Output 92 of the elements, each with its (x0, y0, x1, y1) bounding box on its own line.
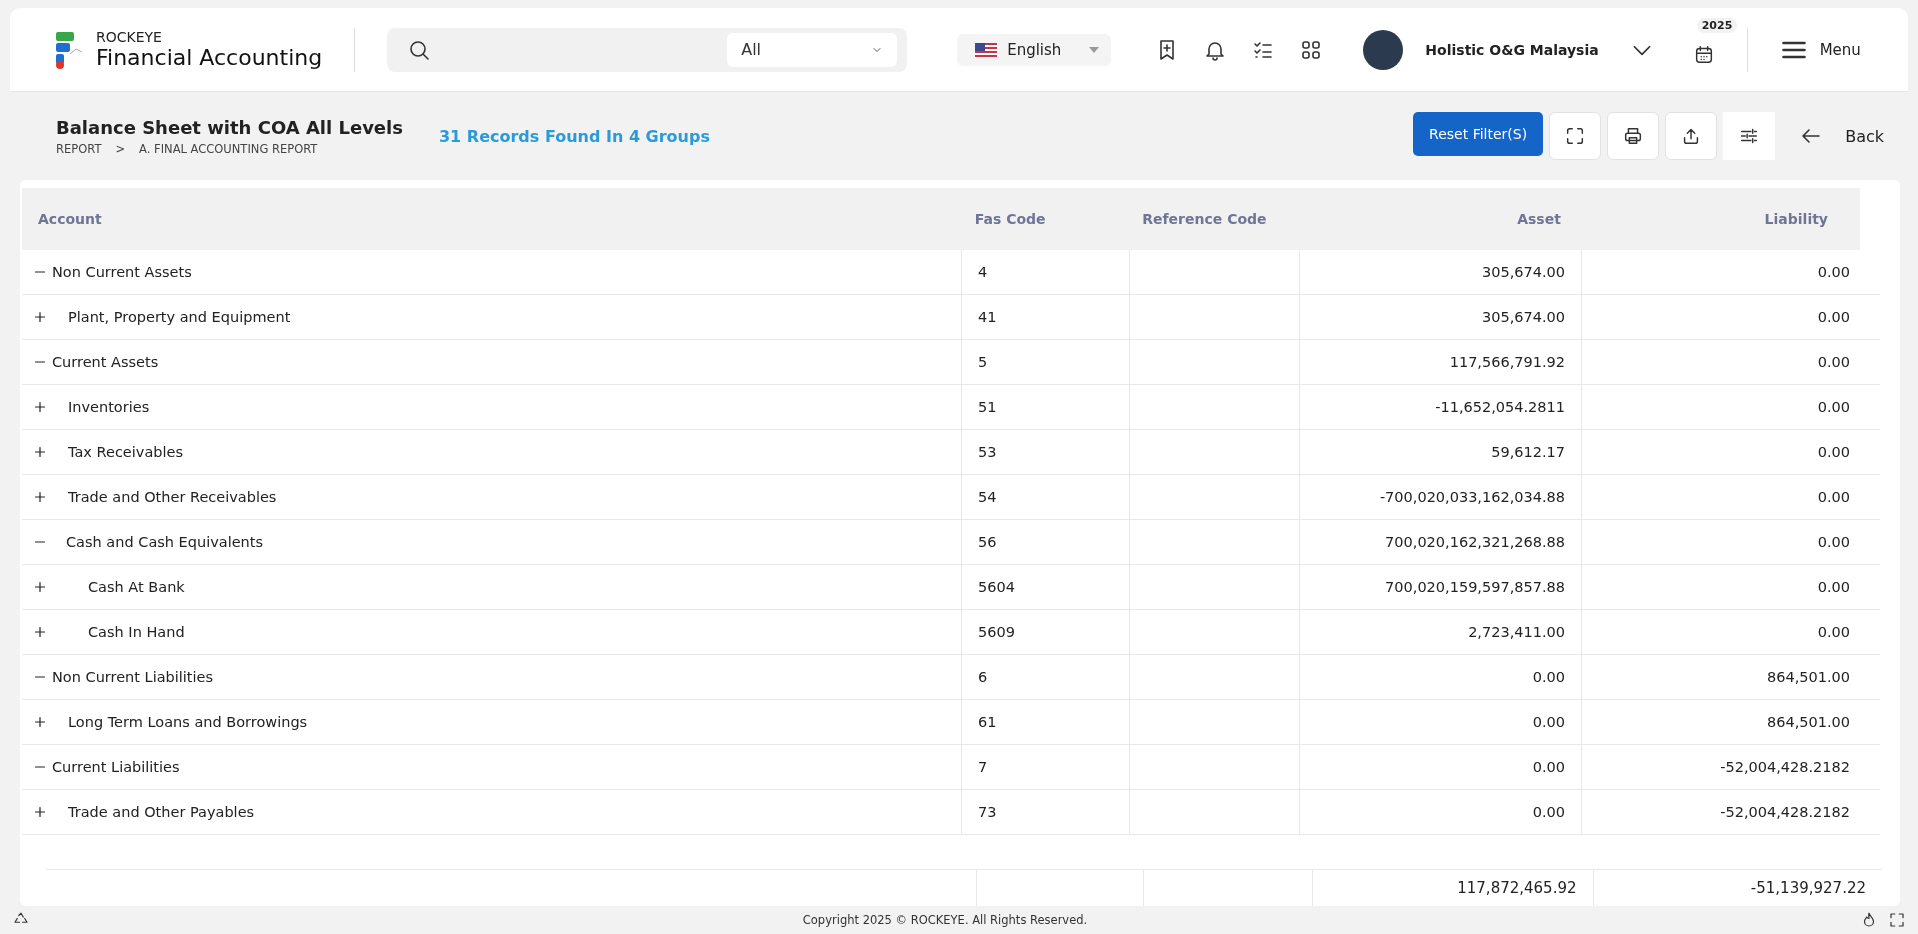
table-cell: 5609 (962, 610, 1130, 654)
table-cell: 4 (962, 250, 1130, 294)
records-count: 31 Records Found In 4 Groups (438, 126, 710, 146)
user-name[interactable]: Holistic O&G Malaysia (1425, 41, 1599, 58)
account-name: Cash At Bank (88, 579, 185, 595)
table-cell: -11,652,054.2811 (1300, 385, 1582, 429)
back-button[interactable]: Back (1799, 124, 1884, 148)
table-cell-text: 864,501.00 (1765, 713, 1851, 732)
plus-icon[interactable] (34, 491, 46, 503)
table-cell: 117,566,791.92 (1300, 340, 1582, 384)
table-cell: 2,723,411.00 (1300, 610, 1582, 654)
account-name: Long Term Loans and Borrowings (68, 714, 308, 730)
table-cell-text: 0.00 (1816, 623, 1851, 642)
product-name: Financial Accounting (96, 45, 323, 70)
expand-icon[interactable] (1888, 911, 1906, 929)
total-cell-text: -51,139,927.22 (1749, 878, 1867, 899)
upload-button[interactable] (1665, 112, 1718, 160)
table-cell-text: 0.00 (1816, 398, 1851, 417)
table-cell: 0.00 (1300, 700, 1582, 744)
plus-icon[interactable] (34, 806, 46, 818)
table-cell: -700,020,033,162,034.88 (1300, 475, 1582, 519)
breadcrumb-item[interactable]: A. FINAL ACCOUNTING REPORT (139, 141, 318, 156)
reset-filter-button[interactable]: Reset Filter(S) (1413, 112, 1544, 156)
menu-button[interactable]: Menu (1779, 35, 1861, 64)
table-cell-text: 0.00 (1816, 578, 1851, 597)
account-name: Trade and Other Payables (68, 804, 255, 820)
account-name: Plant, Property and Equipment (68, 309, 291, 325)
table-cell: 700,020,159,597,857.88 (1300, 565, 1582, 609)
plus-icon[interactable] (34, 446, 46, 458)
scope-dropdown[interactable]: All (727, 32, 898, 67)
table-cell-text: 0.00 (1816, 443, 1851, 462)
table-cell: 73 (962, 790, 1130, 834)
brand-name: ROCKEYE (96, 29, 163, 45)
table-cell: 0.00 (1300, 790, 1582, 834)
table-cell: 7 (962, 745, 1130, 789)
plus-icon[interactable] (34, 581, 46, 593)
column-header[interactable]: Reference Code (1126, 188, 1296, 250)
page-title: Balance Sheet with COA All Levels (56, 116, 403, 138)
table-cell: 41 (962, 295, 1130, 339)
account-name: Inventories (68, 399, 150, 415)
table-cell: 6 (962, 655, 1130, 699)
table-cell-text: 0.00 (1816, 533, 1851, 552)
table-cell-text: 0.00 (1816, 488, 1851, 507)
table-cell: 54 (962, 475, 1130, 519)
account-name: Cash In Hand (88, 624, 185, 640)
copyright-text: Copyright 2025 © ROCKEYE. All Rights Reserved. (801, 913, 1089, 927)
table-cell: 700,020,162,321,268.88 (1300, 520, 1582, 564)
account-name: Non Current Liabilities (52, 669, 214, 685)
table-cell-text: 0.00 (1816, 353, 1851, 372)
account-name: Current Liabilities (52, 759, 180, 775)
fullscreen-button[interactable] (1549, 112, 1602, 160)
caret-icon (1089, 46, 1100, 53)
column-header[interactable]: Asset (1295, 188, 1577, 250)
avatar[interactable] (1363, 29, 1404, 70)
table-cell: 305,674.00 (1300, 250, 1582, 294)
column-header[interactable]: Account (22, 188, 959, 250)
table-cell: 53 (962, 430, 1130, 474)
breadcrumb-item[interactable]: REPORT (56, 141, 102, 156)
account-name: Cash and Cash Equivalents (66, 534, 264, 550)
table-cell: 5604 (962, 565, 1130, 609)
column-header[interactable]: Fas Code (958, 188, 1127, 250)
language-label: English (1007, 40, 1062, 59)
column-header[interactable]: Liability (1576, 188, 1860, 250)
table-cell-text: 0.00 (1816, 308, 1851, 327)
table-cell: 56 (962, 520, 1130, 564)
plus-icon[interactable] (34, 401, 46, 413)
flag-icon (975, 42, 998, 57)
breadcrumb-separator: > (115, 141, 126, 156)
table-cell-text: -52,004,428.2182 (1719, 758, 1851, 777)
table-cell: 5 (962, 340, 1130, 384)
account-name: Trade and Other Receivables (68, 489, 277, 505)
scope-value: All (741, 40, 762, 59)
table-cell-text: -52,004,428.2182 (1719, 803, 1851, 822)
account-name: Tax Receivables (68, 444, 183, 460)
plus-icon[interactable] (34, 626, 46, 638)
table-cell-text: 0.00 (1816, 263, 1851, 282)
table-cell: 61 (962, 700, 1130, 744)
table-cell: 51 (962, 385, 1130, 429)
table-cell: 0.00 (1300, 745, 1582, 789)
language-dropdown[interactable]: English (957, 33, 1112, 66)
table-cell: 305,674.00 (1300, 295, 1582, 339)
account-name: Non Current Assets (52, 264, 192, 280)
year-badge: 2025 (1696, 17, 1738, 33)
plus-icon[interactable] (34, 716, 46, 728)
printer-button[interactable] (1607, 112, 1660, 160)
table-cell: 0.00 (1300, 655, 1582, 699)
plus-icon[interactable] (34, 311, 46, 323)
table-cell: 59,612.17 (1300, 430, 1582, 474)
search-field[interactable]: All (387, 27, 908, 72)
table-cell-text: 864,501.00 (1765, 668, 1851, 687)
account-name: Current Assets (52, 354, 159, 370)
sliders-button[interactable] (1723, 112, 1776, 160)
